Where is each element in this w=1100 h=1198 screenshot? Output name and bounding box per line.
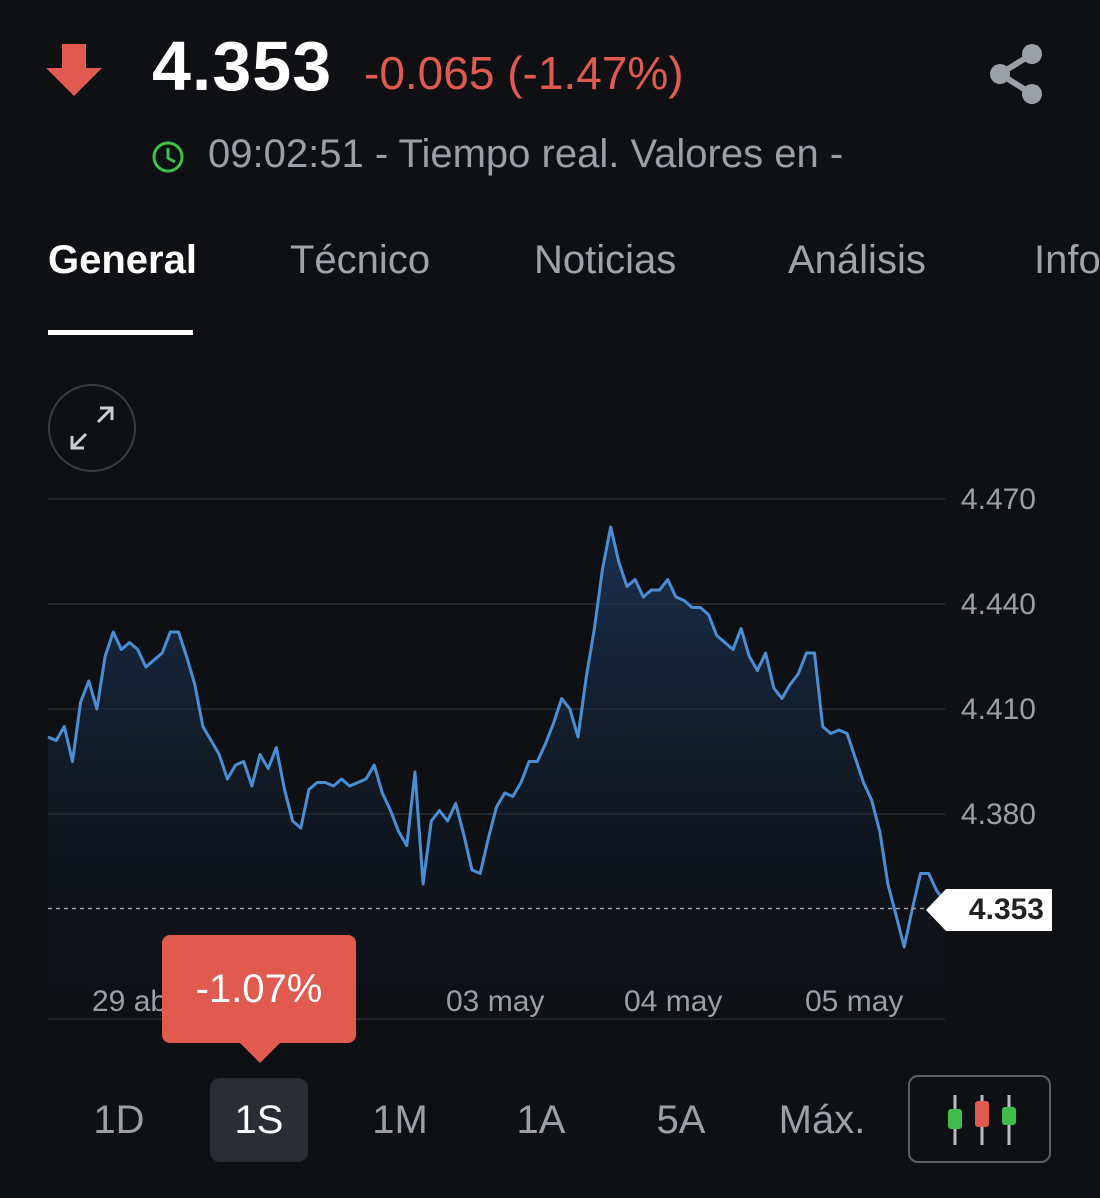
range-1m-button[interactable]: 1M: [350, 1078, 450, 1162]
range-1d-button[interactable]: 1D: [70, 1078, 168, 1162]
x-axis-tick: 03 may: [446, 985, 544, 1018]
active-tab-indicator: [48, 330, 193, 335]
clock-icon: [152, 141, 184, 173]
y-axis-tick: 4.470: [961, 483, 1036, 516]
tab-analisis[interactable]: Análisis: [788, 238, 926, 283]
tab-bar: General Técnico Noticias Análisis Info: [0, 238, 1100, 338]
tab-info[interactable]: Info: [1034, 238, 1100, 283]
tab-noticias[interactable]: Noticias: [534, 238, 676, 283]
down-arrow-icon: [46, 44, 102, 96]
candlestick-icon: [948, 1095, 1016, 1145]
range-max-button[interactable]: Máx.: [766, 1078, 878, 1162]
y-axis-tick: 4.440: [961, 588, 1036, 621]
current-price-tag: 4.353: [926, 889, 1052, 931]
x-axis-tick: 29 ab: [92, 985, 167, 1018]
period-change-tooltip: -1.07%: [162, 935, 356, 1063]
share-icon[interactable]: [982, 40, 1050, 108]
x-axis-tick: 05 may: [805, 985, 903, 1018]
range-5a-button[interactable]: 5A: [632, 1078, 730, 1162]
realtime-status: 09:02:51 - Tiempo real. Valores en -: [208, 132, 844, 176]
price-change: -0.065 (-1.47%): [364, 47, 684, 99]
y-axis-tick: 4.410: [961, 693, 1036, 726]
current-price: 4.353: [152, 27, 333, 105]
chart-type-button[interactable]: [908, 1075, 1051, 1163]
expand-icon: [70, 406, 114, 450]
x-axis-tick: 04 may: [624, 985, 722, 1018]
range-1s-button[interactable]: 1S: [210, 1078, 308, 1162]
expand-chart-button[interactable]: [48, 384, 136, 472]
y-axis-tick: 4.380: [961, 798, 1036, 831]
tab-tecnico[interactable]: Técnico: [290, 238, 430, 283]
range-1a-button[interactable]: 1A: [492, 1078, 590, 1162]
tab-general[interactable]: General: [48, 238, 197, 283]
